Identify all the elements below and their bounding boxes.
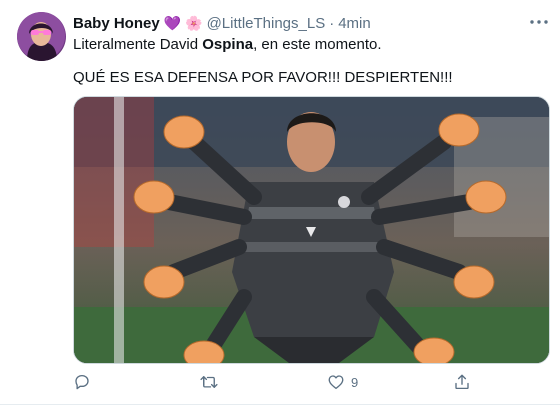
text-suffix: , en este momento.: [253, 36, 382, 53]
purple-heart-emoji: 💜: [163, 15, 182, 31]
tweet-actions: 9: [73, 370, 503, 394]
heart-icon: [328, 375, 344, 390]
avatar-image: [17, 12, 65, 61]
timestamp[interactable]: 4min: [338, 15, 371, 32]
text-prefix: Literalmente David: [73, 36, 203, 53]
retweet-icon: [200, 376, 218, 388]
tweet-text-line1: Literalmente David Ospina, en este momen…: [73, 35, 382, 55]
user-handle[interactable]: @LittleThings_LS: [207, 15, 326, 32]
tweet[interactable]: Baby Honey 💜 🌸 @LittleThings_LS · 4min L…: [0, 0, 560, 405]
like-button[interactable]: 9: [327, 370, 358, 394]
cherry-blossom-emoji: 🌸: [185, 15, 203, 31]
display-name[interactable]: Baby Honey: [73, 15, 160, 32]
retweet-button[interactable]: [199, 370, 219, 394]
text-bold-name: Ospina: [202, 36, 254, 53]
tweet-text-line2: QUÉ ES ESA DEFENSA POR FAVOR!!! DESPIERT…: [73, 69, 453, 86]
like-count: 9: [351, 374, 359, 390]
tweet-media-image[interactable]: [73, 96, 550, 364]
avatar[interactable]: [17, 12, 66, 61]
share-button[interactable]: [453, 370, 471, 394]
separator-dot: ·: [329, 14, 335, 32]
tweet-header: Baby Honey 💜 🌸 @LittleThings_LS · 4min: [73, 13, 371, 33]
share-icon: [455, 374, 469, 390]
reply-button[interactable]: [73, 370, 91, 394]
goalkeeper-photo-illustration: [74, 97, 549, 363]
more-icon[interactable]: [528, 12, 550, 32]
reply-icon: [75, 374, 89, 390]
